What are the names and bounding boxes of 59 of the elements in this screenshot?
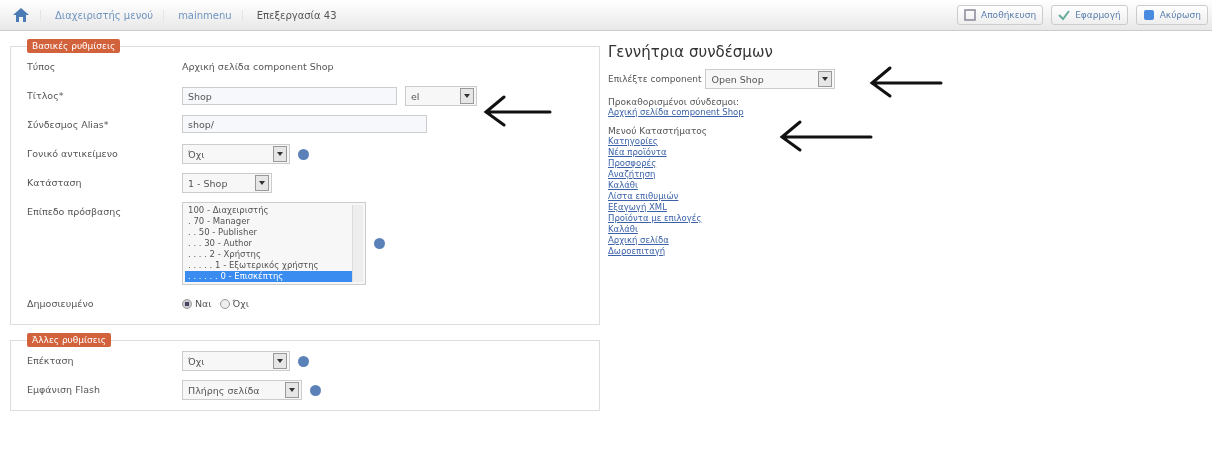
menu-link[interactable]: Δωροεπιταγή bbox=[608, 246, 666, 257]
field-label: Επέκταση bbox=[27, 354, 75, 366]
breadcrumb-link[interactable]: Επεξεργασία 43 bbox=[241, 9, 337, 21]
language-select[interactable]: el bbox=[405, 86, 477, 106]
menu-link[interactable]: Λίστα επιθυμιών bbox=[608, 191, 679, 202]
select-field[interactable]: Πλήρης σελίδα bbox=[182, 380, 302, 400]
menu-link[interactable]: Αρχική σελίδα bbox=[608, 235, 669, 246]
list-option[interactable]: 100 - Διαχειριστής bbox=[185, 205, 352, 216]
dropdown-caret-icon bbox=[273, 146, 287, 162]
menu-link[interactable]: Αναζήτηση bbox=[608, 169, 656, 180]
menu-link[interactable]: Προσφορές bbox=[608, 158, 657, 169]
title-field[interactable]: Shop bbox=[182, 87, 397, 105]
dropdown-caret-icon bbox=[460, 88, 474, 104]
list-option[interactable]: . . . . 2 - Χρήστης bbox=[185, 249, 352, 260]
list-option[interactable]: . . 50 - Publisher bbox=[185, 227, 352, 238]
field-label: Δημοσιευμένο bbox=[27, 297, 95, 309]
toolbar-button[interactable]: Εφαρμογή bbox=[1051, 5, 1128, 25]
list-option[interactable]: . . . . . 1 - Εξωτερικός χρήστης bbox=[185, 260, 352, 271]
home-icon[interactable] bbox=[12, 7, 30, 23]
field-label: Σύνδεσμος Alias* bbox=[27, 118, 110, 130]
field-label: Κατάσταση bbox=[27, 176, 83, 188]
toolbar-button[interactable]: Ακύρωση bbox=[1135, 5, 1208, 25]
component-select[interactable]: Open Shop bbox=[705, 69, 836, 89]
component-label: Επιλέξτε component bbox=[608, 74, 702, 84]
field-label: Γονικό αντικείμενο bbox=[27, 147, 119, 159]
dropdown-caret-icon bbox=[285, 382, 299, 398]
list-option[interactable]: . . . 30 - Author bbox=[185, 238, 352, 249]
generator-title: Γεννήτρια συνδέσμων bbox=[608, 43, 774, 61]
dropdown-caret-icon bbox=[818, 71, 833, 87]
preset-title: Προκαθορισμένοι σύνδεσμοι: bbox=[608, 97, 741, 107]
arrow-drawing bbox=[482, 94, 552, 128]
section-title: Άλλες ρυθμίσεις bbox=[27, 333, 111, 347]
alias-field[interactable]: shop/ bbox=[182, 115, 427, 133]
section-title: Βασικές ρυθμίσεις bbox=[27, 39, 121, 53]
select-field[interactable]: Όχι bbox=[182, 144, 290, 164]
menu-link[interactable]: Καλάθι bbox=[608, 224, 638, 235]
menu-link[interactable]: Κατηγορίες bbox=[608, 136, 658, 147]
apply-icon bbox=[1058, 9, 1071, 21]
field-label: Εμφάνιση Flash bbox=[27, 383, 102, 395]
radio-option[interactable]: Ναι bbox=[182, 294, 212, 309]
access-list[interactable]: 100 - Διαχειριστής . 70 - Manager . . 50 - Publisher . . . 30 - Author . . . . 2 - Χρήστης . . . . . 1 - Εξωτερικός χρήστης . . . . . . 0 - Επισκέπτης bbox=[182, 202, 366, 285]
menu-link[interactable]: Εξαγωγή XML bbox=[608, 202, 667, 213]
preset-link[interactable]: Αρχική σελίδα component Shop bbox=[608, 107, 744, 118]
menu-link[interactable]: Νέα προϊόντα bbox=[608, 147, 667, 158]
toolbar-button[interactable]: Αποθήκευση bbox=[957, 5, 1044, 25]
select-field[interactable]: 1 - Shop bbox=[182, 173, 272, 193]
field-label: Τίτλος* bbox=[27, 89, 65, 101]
field-label: Τύπος bbox=[27, 60, 57, 72]
select-field[interactable]: Όχι bbox=[182, 351, 290, 371]
menu-link[interactable]: Καλάθι bbox=[608, 180, 638, 191]
dropdown-caret-icon bbox=[255, 175, 269, 191]
type-value: Αρχική σελίδα component Shop bbox=[182, 60, 334, 72]
list-option[interactable]: . 70 - Manager bbox=[185, 216, 352, 227]
radio-option[interactable]: Όχι bbox=[219, 294, 249, 309]
scrollbar[interactable] bbox=[352, 205, 363, 282]
menu-title: Μενού Καταστήματος bbox=[608, 126, 709, 136]
dropdown-caret-icon bbox=[273, 353, 287, 369]
field-label: Επίπεδο πρόσβασης bbox=[27, 205, 122, 217]
menu-link[interactable]: Προϊόντα με επιλογές bbox=[608, 213, 702, 224]
